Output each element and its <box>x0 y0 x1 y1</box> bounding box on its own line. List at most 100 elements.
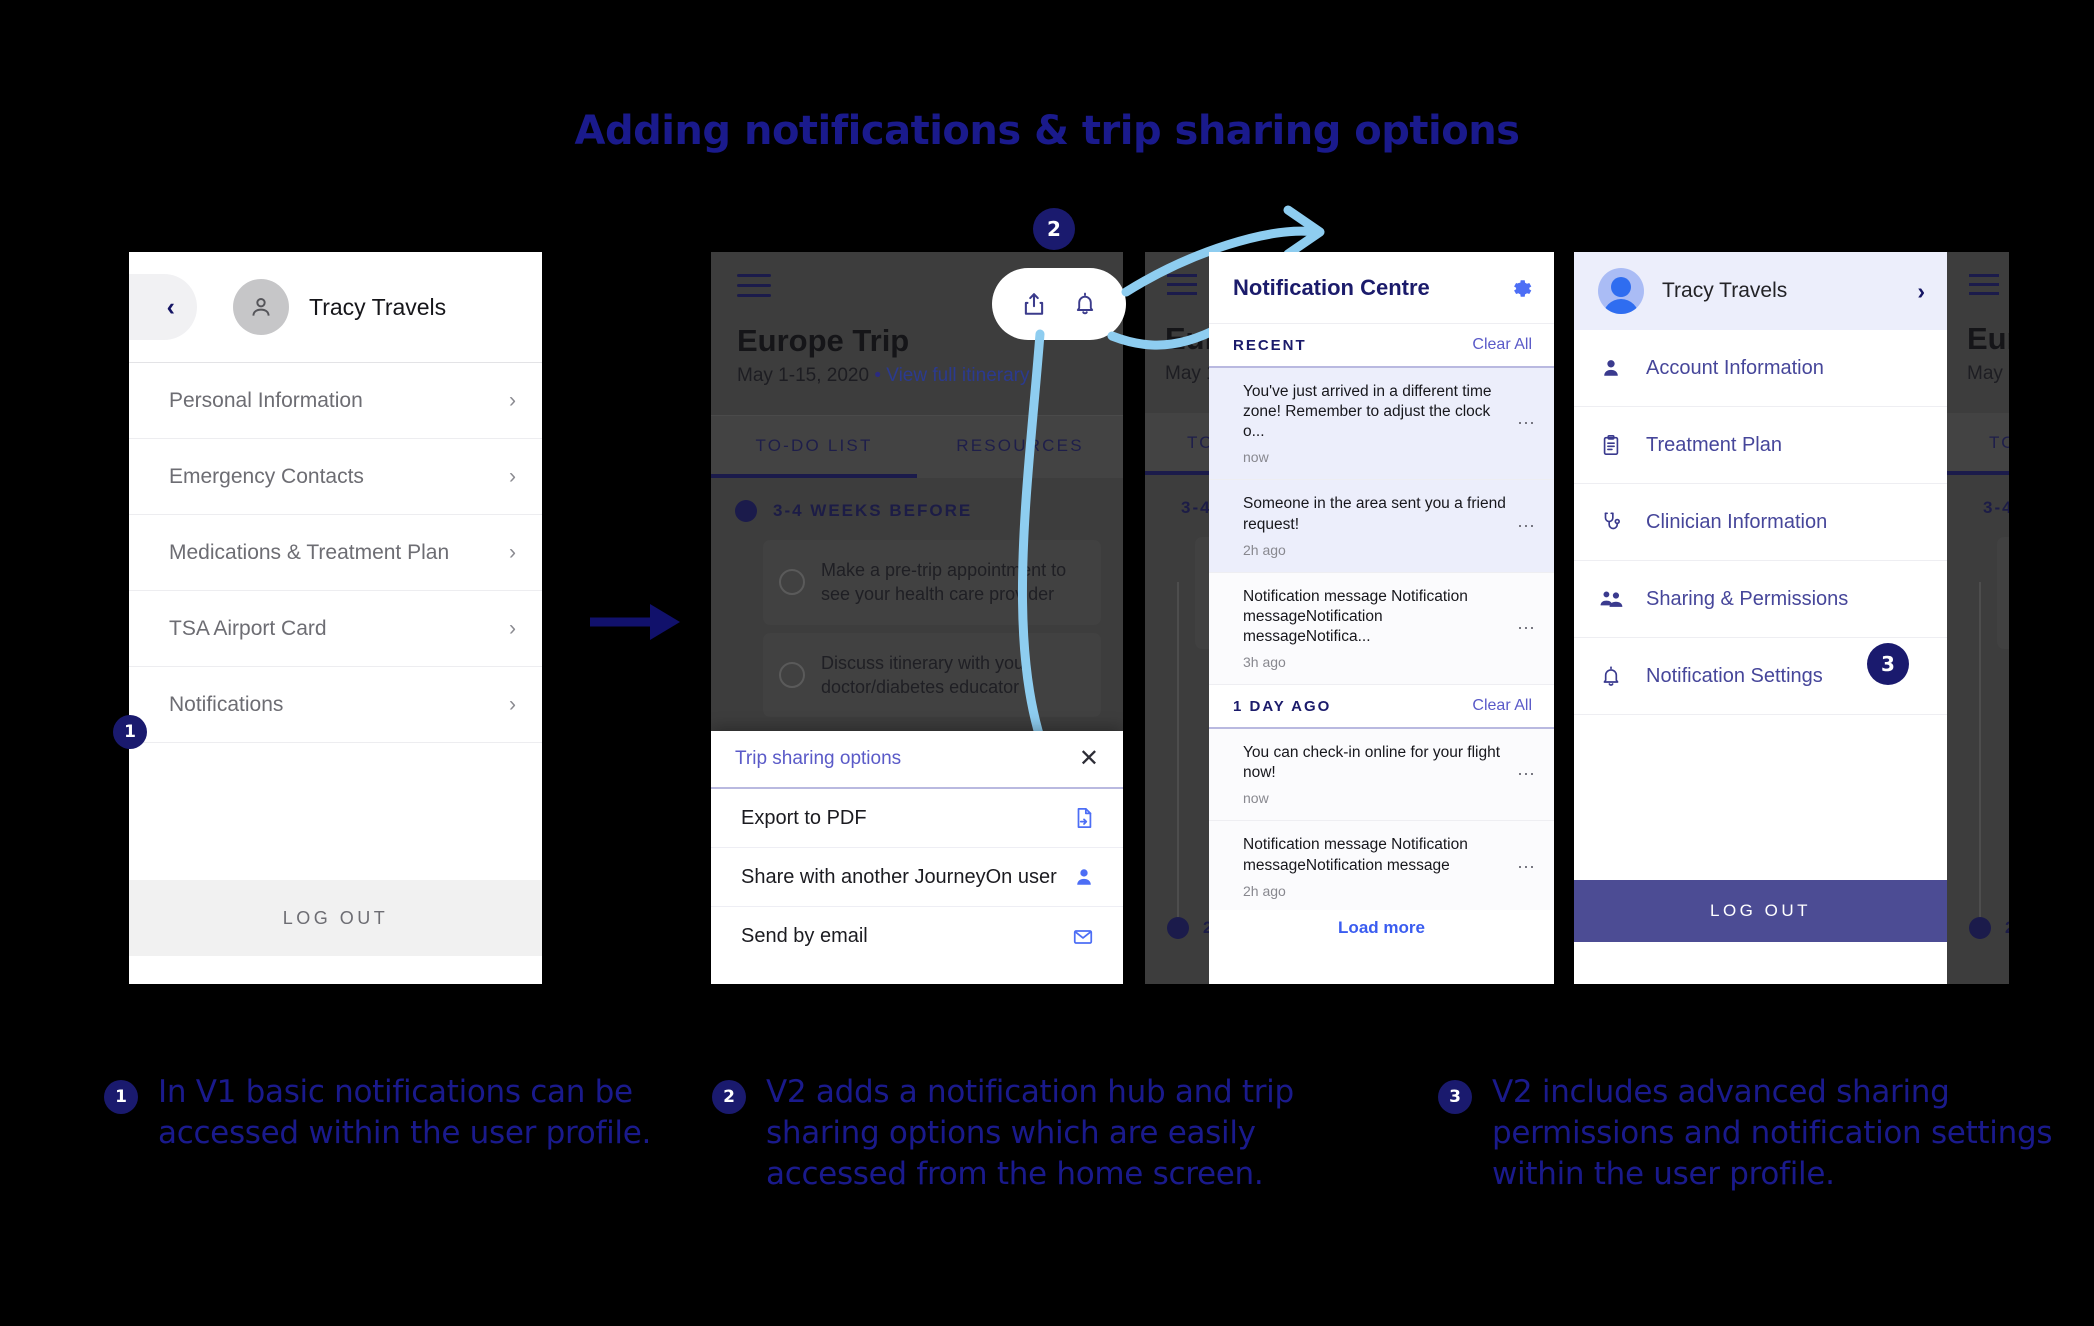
todo-card <box>1997 537 2009 649</box>
row-label: Send by email <box>741 925 868 947</box>
person-icon <box>1598 357 1624 379</box>
section-text: 2-3 WEEKS BEFORE <box>2005 918 2009 938</box>
people-group-icon <box>1598 588 1624 610</box>
load-more-button[interactable]: Load more <box>1209 910 1554 946</box>
avatar <box>233 279 289 335</box>
timeline-rail <box>1979 582 1981 934</box>
row-label: Clinician Information <box>1646 510 1828 533</box>
trip-sharing-options-sheet: Trip sharing options ✕ Export to PDF Sha… <box>711 731 1123 984</box>
phone-screen-notification-centre: Notification Centre RECENT Clear All You… <box>1209 252 1554 984</box>
notification-item[interactable]: Notification message Notification messag… <box>1209 572 1554 686</box>
notification-item[interactable]: Notification message Notification messag… <box>1209 821 1554 914</box>
row-label: Emergency Contacts <box>169 464 364 488</box>
chevron-right-icon: › <box>509 464 516 488</box>
sheet-row-send-by-email[interactable]: Send by email <box>711 907 1123 966</box>
person-icon <box>1077 869 1091 885</box>
notification-group-header-recent: RECENT Clear All <box>1209 324 1554 368</box>
chevron-right-icon: › <box>509 388 516 412</box>
gear-icon[interactable] <box>1508 276 1532 300</box>
timeline-dot-icon <box>1969 917 1991 939</box>
notification-time: 2h ago <box>1243 882 1286 899</box>
row-label: Personal Information <box>169 388 363 412</box>
profile-name: Tracy Travels <box>309 293 447 320</box>
sheet-header: Trip sharing options ✕ <box>711 731 1123 789</box>
caption-badge-2: 2 <box>712 1080 746 1114</box>
sidebar-item-personal-information[interactable]: Personal Information › <box>129 363 542 439</box>
sheet-title: Trip sharing options <box>735 748 902 769</box>
row-label: TSA Airport Card <box>169 616 327 640</box>
stethoscope-icon <box>1598 511 1624 533</box>
row-label: Notifications <box>169 692 284 716</box>
phone-screen-user-profile-v1: ‹ Tracy Travels Personal Information › E… <box>129 252 542 984</box>
caption-3: 3 V2 includes advanced sharing permissio… <box>1438 1072 2058 1195</box>
caption-text: In V1 basic notifications can be accesse… <box>158 1074 652 1151</box>
overflow-dots-icon[interactable]: ⋯ <box>1517 618 1536 639</box>
step-badge-2: 2 <box>1033 208 1075 250</box>
group-label: RECENT <box>1233 336 1307 354</box>
row-label: Sharing & Permissions <box>1646 587 1849 610</box>
notification-item[interactable]: Someone in the area sent you a friend re… <box>1209 480 1554 573</box>
overflow-dots-icon[interactable]: ⋯ <box>1517 413 1536 434</box>
notification-time: 3h ago <box>1243 654 1286 671</box>
sidebar-item-account-information[interactable]: Account Information <box>1574 330 1947 407</box>
profile-name: Tracy Travels <box>1662 279 1788 302</box>
section-text: 3-4 WEEKS BEFORE <box>1983 498 2009 517</box>
row-label: Account Information <box>1646 356 1824 379</box>
chevron-right-icon: › <box>509 540 516 564</box>
overflow-dots-icon[interactable]: ⋯ <box>1517 764 1536 785</box>
caption-badge-1: 1 <box>104 1080 138 1114</box>
chevron-left-icon: ‹ <box>166 292 175 321</box>
sidebar-item-medications-treatment-plan[interactable]: Medications & Treatment Plan › <box>129 515 542 591</box>
person-icon <box>252 298 270 316</box>
export-pdf-icon <box>1077 807 1092 829</box>
sheet-row-export-pdf[interactable]: Export to PDF <box>711 789 1123 848</box>
notification-message: Notification message Notification messag… <box>1243 587 1468 645</box>
notification-item[interactable]: You've just arrived in a different time … <box>1209 368 1554 481</box>
notification-item[interactable]: You can check-in online for your flight … <box>1209 729 1554 822</box>
row-label: Share with another JourneyOn user <box>741 865 1057 888</box>
slide-canvas: Adding notifications & trip sharing opti… <box>0 0 2094 1326</box>
overflow-dots-icon[interactable]: ⋯ <box>1517 516 1536 537</box>
row-label: Medications & Treatment Plan <box>169 540 450 564</box>
caption-badge-3: 3 <box>1438 1080 1472 1114</box>
sidebar-item-sharing-permissions[interactable]: Sharing & Permissions <box>1574 561 1947 638</box>
phone-screen-user-profile-v2: Tracy Travels › Account Information Trea… <box>1574 252 1947 984</box>
sidebar-item-notifications[interactable]: Notifications › <box>129 667 542 743</box>
group-label: 1 DAY AGO <box>1233 697 1332 715</box>
notification-time: 2h ago <box>1243 541 1286 558</box>
caption-1: 1 In V1 basic notifications can be acces… <box>104 1072 704 1154</box>
notification-group-header-1-day-ago: 1 DAY AGO Clear All <box>1209 685 1554 730</box>
sheet-row-share-journeyon-user[interactable]: Share with another JourneyOn user <box>711 848 1123 907</box>
sidebar-item-emergency-contacts[interactable]: Emergency Contacts › <box>129 439 542 515</box>
logout-button[interactable]: LOG OUT <box>1574 880 1947 942</box>
notification-message: Notification message Notification messag… <box>1243 836 1468 874</box>
timeline-section-label: 3-4 WEEKS BEFORE <box>1947 475 2009 529</box>
profile-header: ‹ Tracy Travels <box>129 252 542 362</box>
overflow-dots-icon[interactable]: ⋯ <box>1517 857 1536 878</box>
screen-footer <box>129 956 542 984</box>
avatar <box>1598 268 1644 314</box>
back-button[interactable]: ‹ <box>129 274 197 340</box>
clear-all-button[interactable]: Clear All <box>1472 697 1532 715</box>
list-empty-space <box>129 743 542 880</box>
profile-menu-list: Personal Information › Emergency Contact… <box>129 362 542 743</box>
trip-dates: May 1-15, 2020 <box>1967 363 2009 384</box>
close-x-icon[interactable]: ✕ <box>1079 747 1099 771</box>
clipboard-icon <box>1598 434 1624 456</box>
caption-text: V2 adds a notification hub and trip shar… <box>766 1074 1294 1192</box>
chevron-right-icon: › <box>509 616 516 640</box>
envelope-icon <box>1073 929 1093 944</box>
step-badge-1: 1 <box>113 715 147 749</box>
sidebar-item-treatment-plan[interactable]: Treatment Plan <box>1574 407 1947 484</box>
notification-time: now <box>1243 449 1269 466</box>
logout-button[interactable]: LOG OUT <box>129 880 542 956</box>
timeline-section-label-2: 2-3 WEEKS BEFORE <box>1969 917 2009 939</box>
sidebar-item-clinician-information[interactable]: Clinician Information <box>1574 484 1947 561</box>
bell-icon <box>1598 665 1624 688</box>
chevron-right-icon: › <box>1917 277 1925 304</box>
profile-header[interactable]: Tracy Travels › <box>1574 252 1947 330</box>
step-badge-3: 3 <box>1867 643 1909 685</box>
sidebar-item-tsa-airport-card[interactable]: TSA Airport Card › <box>129 591 542 667</box>
notification-centre-header: Notification Centre <box>1209 252 1554 324</box>
clear-all-button[interactable]: Clear All <box>1472 336 1532 354</box>
